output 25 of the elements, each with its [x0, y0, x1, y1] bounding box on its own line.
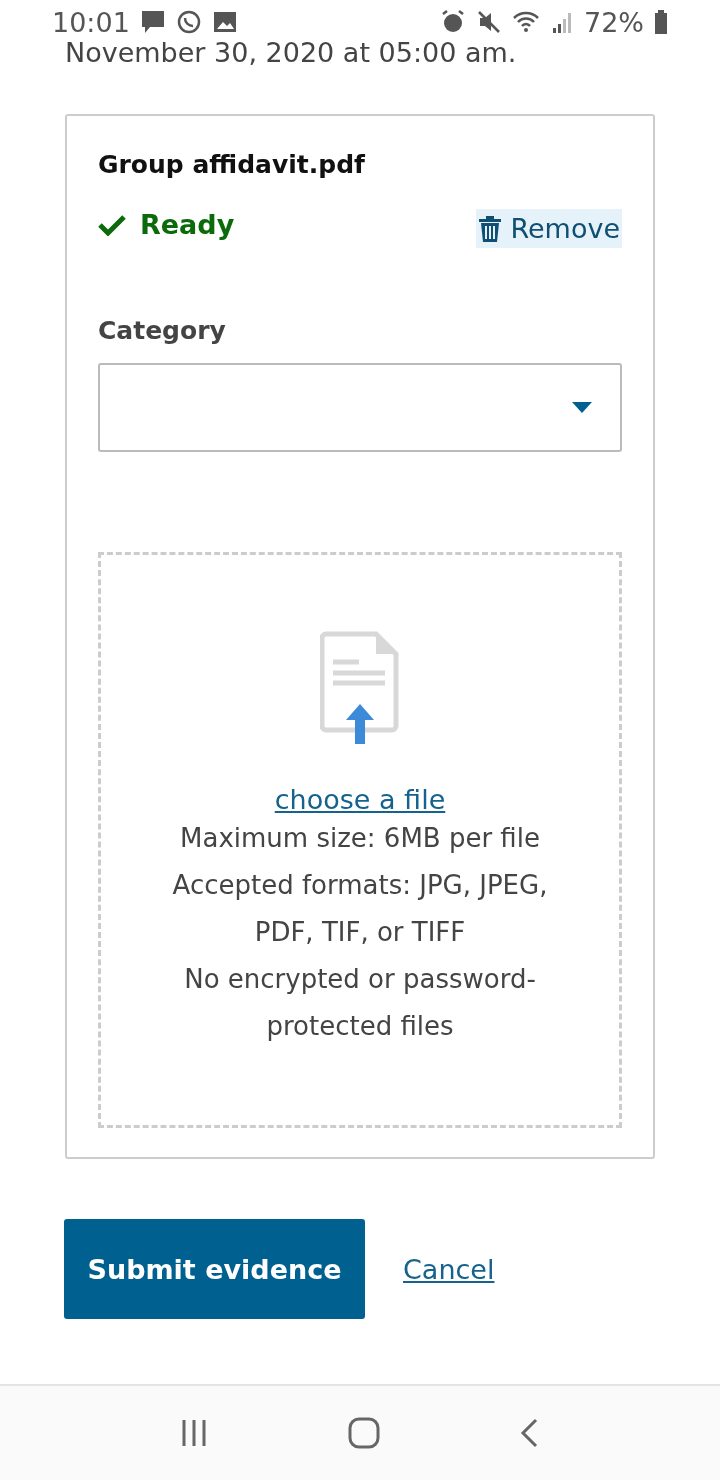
battery-icon: [654, 9, 668, 35]
upload-hint: Maximum size: 6MB per file: [180, 822, 540, 855]
file-name: Group affidavit.pdf: [98, 150, 366, 179]
status-text: Ready: [140, 209, 235, 240]
mute-icon: [476, 9, 502, 35]
remove-button[interactable]: Remove: [476, 209, 622, 248]
image-icon: [211, 9, 238, 35]
file-upload-icon: [320, 630, 400, 744]
home-icon[interactable]: [347, 1416, 381, 1450]
deadline-text: November 30, 2020 at 05:00 am.: [65, 36, 517, 66]
clock-time: 10:01: [52, 6, 130, 38]
trash-icon: [478, 214, 503, 243]
cancel-link[interactable]: Cancel: [403, 1253, 495, 1285]
checkmark-icon: [98, 213, 126, 236]
upload-hint: Accepted formats: JPG, JPEG, PDF, TIF, or TIFF: [171, 869, 549, 949]
message-icon: [139, 9, 166, 35]
choose-file-link[interactable]: choose a file: [274, 784, 446, 815]
battery-percentage: 72%: [584, 6, 644, 38]
upload-hint: No encrypted or password-protected files: [183, 963, 537, 1043]
chat-icon: [175, 9, 202, 35]
category-label: Category: [98, 316, 227, 345]
submit-button[interactable]: Submit evidence: [64, 1219, 365, 1319]
alarm-icon: [440, 9, 466, 35]
file-dropzone[interactable]: choose a file Maximum size: 6MB per file Accepted formats: JPG, JPEG, PDF, TIF, or TIFF No encrypted or password-protected files: [98, 552, 622, 1128]
dropdown-caret-icon: [572, 401, 592, 414]
